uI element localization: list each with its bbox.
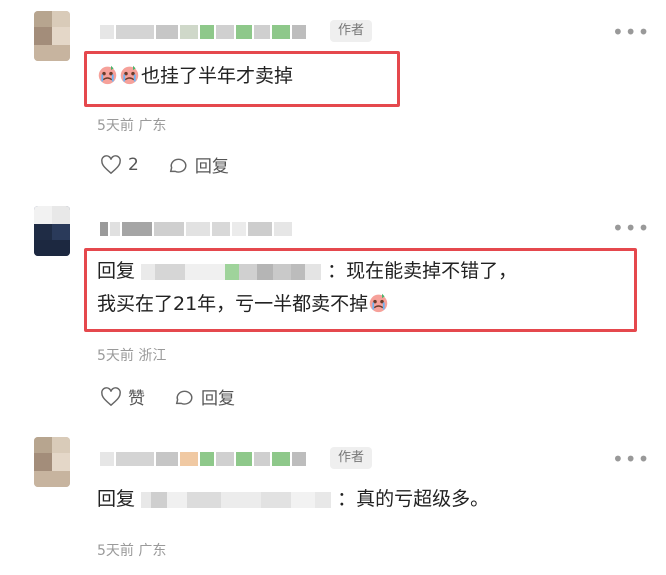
comment-actions: 赞 回复	[100, 384, 263, 409]
comment-meta: 5天前 广东	[97, 540, 166, 560]
comment-location: 广东	[138, 543, 167, 559]
username-redacted[interactable]	[100, 216, 294, 242]
comment-location: 广东	[138, 118, 167, 134]
comment-meta: 5天前 广东	[97, 115, 166, 135]
reply-prefix: 回复	[97, 488, 136, 510]
comment-item: 作者 ••• 也挂了半年才卖掉 5天前 广东 2 回复	[0, 0, 666, 190]
comment-time: 5天前	[97, 118, 134, 134]
like-label: 赞	[128, 389, 145, 409]
like-button[interactable]: 赞	[100, 384, 145, 409]
comment-actions: 2 回复	[100, 152, 257, 177]
reply-body-line2: 我买在了21年，亏一半都卖不掉	[97, 293, 369, 315]
comment-bubble-icon	[169, 158, 187, 173]
mention-redacted[interactable]	[141, 260, 327, 282]
avatar[interactable]	[34, 437, 70, 487]
more-horizontal-icon[interactable]: •••	[612, 216, 650, 240]
like-count: 2	[128, 154, 139, 175]
reply-text: 回复 ：真的亏超级多。	[97, 484, 489, 514]
comment-bubble-icon	[175, 390, 193, 405]
heart-icon	[101, 154, 121, 174]
reply-text-line2: 我买在了21年，亏一半都卖不掉	[97, 289, 390, 319]
username-redacted[interactable]	[100, 19, 308, 45]
author-badge: 作者	[330, 447, 373, 469]
more-horizontal-icon[interactable]: •••	[612, 20, 650, 44]
comment-location: 浙江	[138, 348, 167, 364]
reply-button[interactable]: 回复	[173, 384, 235, 409]
author-badge: 作者	[330, 20, 373, 42]
reply-body: ：真的亏超级多。	[337, 488, 490, 510]
comment-time: 5天前	[97, 543, 134, 559]
avatar[interactable]	[34, 206, 70, 256]
reply-button[interactable]: 回复	[167, 152, 229, 177]
comment-body: 也挂了半年才卖掉	[141, 65, 294, 87]
reply-label: 回复	[194, 157, 229, 177]
avatar[interactable]	[34, 11, 70, 61]
reply-text-line1: 回复 ：现在能卖掉不错了，	[97, 256, 517, 286]
comment-time: 5天前	[97, 348, 134, 364]
mention-redacted[interactable]	[141, 488, 337, 510]
crying-face-emoji	[98, 65, 117, 85]
reply-prefix: 回复	[97, 260, 136, 282]
crying-face-emoji	[369, 293, 388, 313]
reply-body-line1: ：现在能卖掉不错了，	[327, 260, 518, 282]
comment-text: 也挂了半年才卖掉	[97, 61, 293, 91]
more-horizontal-icon[interactable]: •••	[612, 447, 650, 471]
heart-icon	[101, 386, 121, 406]
crying-face-emoji	[120, 65, 139, 85]
like-button[interactable]: 2	[100, 155, 139, 175]
username-redacted[interactable]	[100, 446, 308, 472]
comment-meta: 5天前 浙江	[97, 345, 166, 365]
reply-label: 回复	[201, 389, 235, 409]
